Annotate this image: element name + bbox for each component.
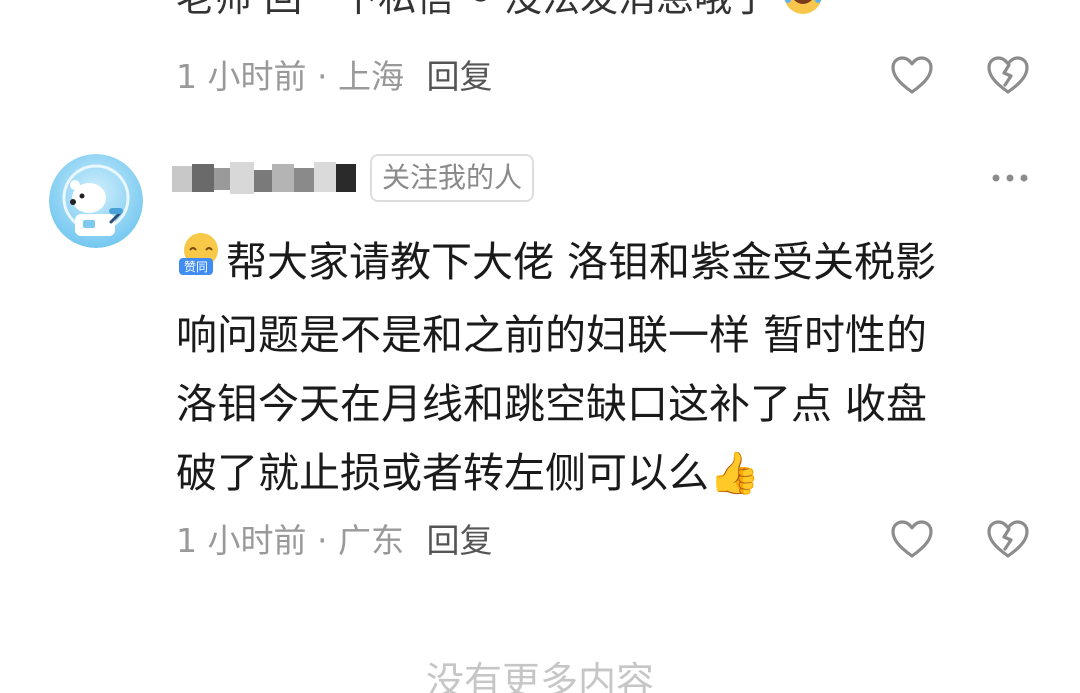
dislike-broken-heart-icon[interactable] (986, 54, 1030, 98)
comment-line-2: 响问题是不是和之前的妇联一样 暂时性的 (176, 310, 928, 359)
dislike-broken-heart-icon[interactable] (986, 518, 1030, 562)
comment-text: 赞同 帮大家请教下大佬 洛钼和紫金受关税影 响问题是不是和之前的妇联一样 暂时性… (176, 228, 1036, 508)
comment-reply-button[interactable]: 回复 (427, 521, 493, 560)
like-heart-icon[interactable] (890, 518, 934, 562)
comment-line-4-text: 破了就止损或者转左侧可以么 (176, 448, 709, 497)
meta-separator: · (317, 521, 328, 560)
previous-comment-reply-button[interactable]: 回复 (427, 57, 493, 96)
meta-separator: · (317, 57, 328, 96)
svg-text:赞同: 赞同 (184, 260, 208, 274)
avatar[interactable] (49, 154, 143, 248)
previous-comment-content: 老师 回一下私信～ 没法发消息哦了 (176, 0, 770, 20)
comment-location: 广东 (338, 521, 404, 560)
follower-tag: 关注我的人 (370, 154, 535, 202)
agree-badge-emoji-icon: 赞同 (176, 230, 226, 301)
previous-comment-location: 上海 (338, 57, 404, 96)
comment-time: 1 小时前 (176, 521, 307, 560)
comment-list: 老师 回一下私信～ 没法发消息哦了 1 小时前 · 上海 回复 (0, 0, 1080, 693)
previous-comment-time: 1 小时前 (176, 57, 307, 96)
comment-line-3: 洛钼今天在月线和跳空缺口这补了点 收盘 (176, 379, 928, 428)
previous-comment-meta: 1 小时前 · 上海 回复 (176, 52, 493, 102)
comment-line-4: 破了就止损或者转左侧可以么👍 (176, 439, 1036, 508)
comment-line-1: 赞同 帮大家请教下大佬 洛钼和紫金受关税影 (176, 228, 1036, 301)
comment-line-1-text: 帮大家请教下大佬 洛钼和紫金受关税影 (226, 238, 937, 286)
no-more-content-label: 没有更多内容 (425, 659, 654, 693)
like-heart-icon[interactable] (890, 54, 934, 98)
username-blurred[interactable] (172, 160, 358, 196)
tears-of-joy-emoji-icon (782, 0, 824, 28)
more-options-icon[interactable] (990, 168, 1030, 188)
thumbs-up-emoji-icon: 👍 (709, 448, 761, 497)
previous-comment-text: 老师 回一下私信～ 没法发消息哦了 (176, 0, 824, 28)
comment-meta: 1 小时前 · 广东 回复 (176, 516, 493, 566)
